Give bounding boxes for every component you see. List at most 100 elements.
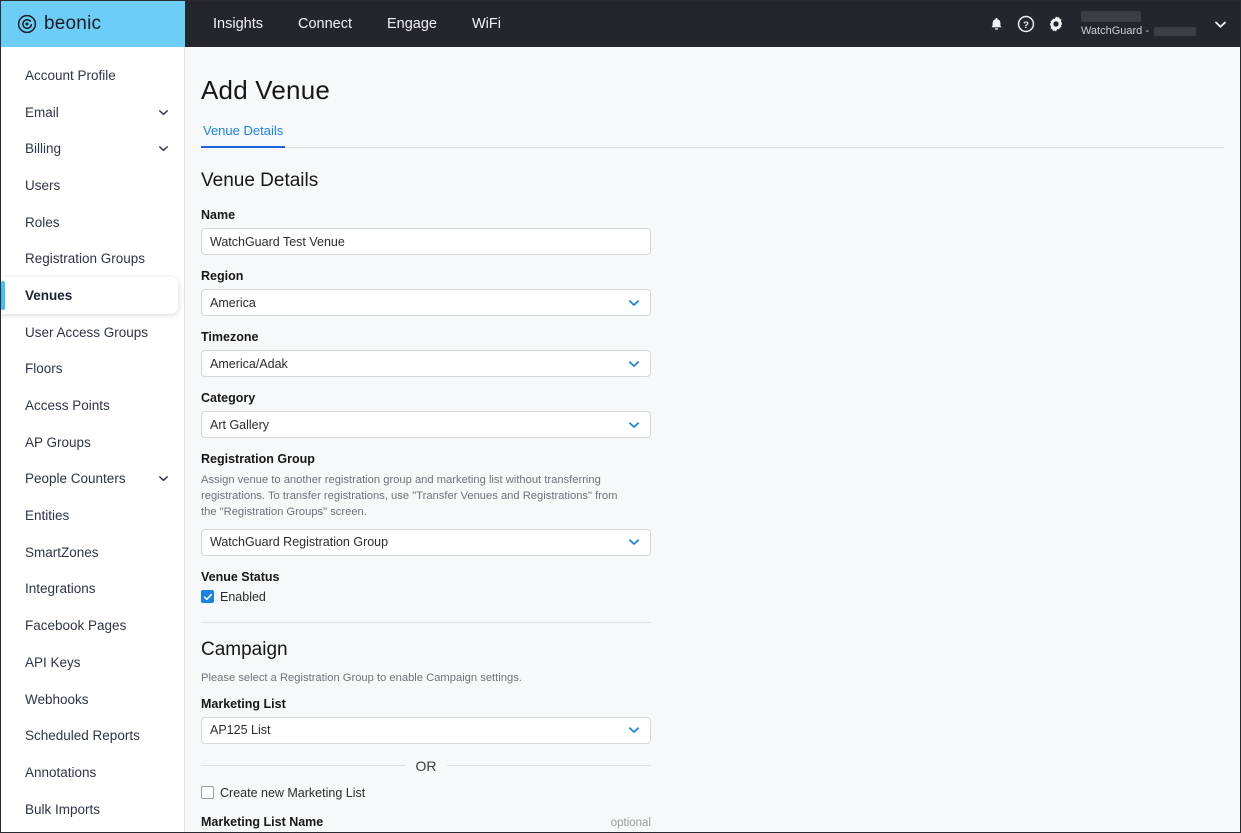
sidebar-item-webhooks[interactable]: Webhooks (1, 681, 184, 718)
divider-line-left (201, 765, 406, 767)
sidebar-item-users[interactable]: Users (1, 167, 184, 204)
label-text: Marketing List (201, 696, 286, 711)
account-menu[interactable]: WatchGuard - (1080, 11, 1196, 37)
notifications-bell-icon[interactable] (987, 15, 1006, 34)
create-new-marketing-list-checkbox[interactable]: Create new Marketing List (201, 786, 1224, 800)
name-input[interactable]: WatchGuard Test Venue (201, 228, 651, 255)
label-text: Marketing List Name (201, 814, 324, 829)
chevron-down-icon (627, 357, 641, 371)
brand-name: beonic (44, 13, 102, 34)
registration-group-select[interactable]: WatchGuard Registration Group (201, 528, 651, 556)
marketing-list-select-value: AP125 List (210, 723, 271, 738)
sidebar-item-floors[interactable]: Floors (1, 351, 184, 388)
sidebar-item-user-access-groups[interactable]: User Access Groups (1, 314, 184, 351)
divider-line-right (446, 765, 651, 767)
topnav-item-engage[interactable]: Engage (375, 10, 449, 38)
timezone-select[interactable]: America/Adak (201, 350, 651, 377)
sidebar-item-bulk-imports[interactable]: Bulk Imports (1, 791, 184, 828)
page-title: Add Venue (201, 75, 331, 105)
marketing-list-select[interactable]: AP125 List (201, 716, 651, 744)
label-text: Name (201, 208, 236, 222)
sidebar-item-label: Integrations (25, 581, 96, 597)
spiral-circle-icon (17, 14, 37, 34)
campaign-helper-text: Please select a Registration Group to en… (201, 671, 522, 684)
create-new-marketing-list-label: Create new Marketing List (220, 785, 366, 800)
chevron-down-icon (627, 296, 641, 310)
venue-status-enabled-checkbox[interactable]: Enabled (201, 590, 651, 604)
or-divider: OR (201, 758, 651, 774)
sidebar-item-label: Registration Groups (25, 251, 146, 267)
sidebar-item-integrations[interactable]: Integrations (1, 571, 184, 608)
region-select[interactable]: America (201, 289, 651, 316)
svg-text:?: ? (1024, 20, 1030, 31)
sidebar-item-label: Email (25, 104, 59, 120)
sidebar-item-billing[interactable]: Billing (1, 130, 184, 167)
sidebar-item-label: Bulk Imports (25, 801, 101, 817)
account-name-row: WatchGuard - (1081, 25, 1196, 37)
sidebar-item-label: Scheduled Reports (25, 728, 140, 744)
label-text: Registration Group (201, 452, 315, 466)
sidebar-item-label: Account Profile (25, 67, 116, 83)
checkbox-checked-icon (201, 590, 214, 604)
sidebar-item-scheduled-reports[interactable]: Scheduled Reports (1, 717, 184, 754)
chevron-down-icon (627, 723, 641, 737)
chevron-down-icon (157, 142, 170, 155)
field-label: Category (201, 391, 651, 405)
sidebar-navigation: Account Profile Email Billing Users Role… (1, 47, 185, 832)
body-container: Account Profile Email Billing Users Role… (1, 47, 1240, 832)
optional-tag: optional (610, 816, 651, 829)
sidebar-item-annotations[interactable]: Annotations (1, 754, 184, 791)
topnav-item-wifi[interactable]: WiFi (460, 10, 513, 38)
field-label: Timezone (201, 330, 651, 344)
label-text: Timezone (201, 330, 259, 344)
field-category: Category Art Gallery (201, 391, 651, 438)
account-redacted-value (1154, 26, 1196, 36)
topnav-item-connect[interactable]: Connect (286, 10, 364, 38)
tab-bar: Venue Details (201, 123, 1224, 148)
sidebar-item-label: Billing (25, 141, 62, 157)
sidebar-item-access-points[interactable]: Access Points (1, 387, 184, 424)
top-bar-actions: ? WatchGuard - (987, 1, 1240, 47)
field-label: Registration Group (201, 452, 651, 466)
venue-status-checkbox-label: Enabled (220, 589, 266, 604)
topnav-item-insights[interactable]: Insights (201, 10, 275, 38)
sidebar-item-label: Webhooks (25, 691, 89, 707)
help-question-icon[interactable]: ? (1017, 15, 1036, 34)
sidebar-item-email[interactable]: Email (1, 94, 184, 131)
sidebar-item-label: Venues (25, 287, 73, 303)
region-select-value: America (210, 295, 256, 310)
field-label: Venue Status (201, 570, 651, 584)
section-divider (201, 621, 651, 623)
sidebar-item-smartzones[interactable]: SmartZones (1, 534, 184, 571)
main-content: Add Venue Venue Details Venue Details Na… (185, 47, 1240, 832)
brand-logo[interactable]: beonic (1, 1, 185, 47)
category-select[interactable]: Art Gallery (201, 411, 651, 438)
label-text: Venue Status (201, 569, 280, 584)
sidebar-item-facebook-pages[interactable]: Facebook Pages (1, 607, 184, 644)
sidebar-item-roles[interactable]: Roles (1, 204, 184, 241)
tab-venue-details[interactable]: Venue Details (201, 123, 286, 148)
sidebar-item-entities[interactable]: Entities (1, 497, 184, 534)
field-label: Name (201, 208, 651, 222)
chevron-down-icon[interactable] (1213, 17, 1228, 32)
sidebar-item-people-counters[interactable]: People Counters (1, 461, 184, 498)
field-marketing-list: Marketing List AP125 List (201, 697, 651, 744)
field-name: Name WatchGuard Test Venue (201, 208, 651, 255)
sidebar-item-label: AP Groups (25, 434, 91, 450)
sidebar-item-label: Users (25, 177, 61, 193)
sidebar-item-api-keys[interactable]: API Keys (1, 644, 184, 681)
field-label: Region (201, 269, 651, 283)
sidebar-item-registration-groups[interactable]: Registration Groups (1, 240, 184, 277)
application-window: beonic Insights Connect Engage WiFi ? Wa… (0, 0, 1241, 833)
settings-gear-icon[interactable] (1047, 15, 1066, 34)
sidebar-item-venues[interactable]: Venues (1, 277, 178, 314)
label-text: Category (201, 391, 256, 405)
checkbox-unchecked-icon (201, 786, 214, 800)
sidebar-item-ap-groups[interactable]: AP Groups (1, 424, 184, 461)
sidebar-item-label: Floors (25, 361, 63, 377)
field-region: Region America (201, 269, 651, 316)
sidebar-item-account-profile[interactable]: Account Profile (1, 57, 184, 94)
sidebar-item-label: People Counters (25, 471, 126, 487)
sidebar-item-label: Access Points (25, 398, 110, 414)
